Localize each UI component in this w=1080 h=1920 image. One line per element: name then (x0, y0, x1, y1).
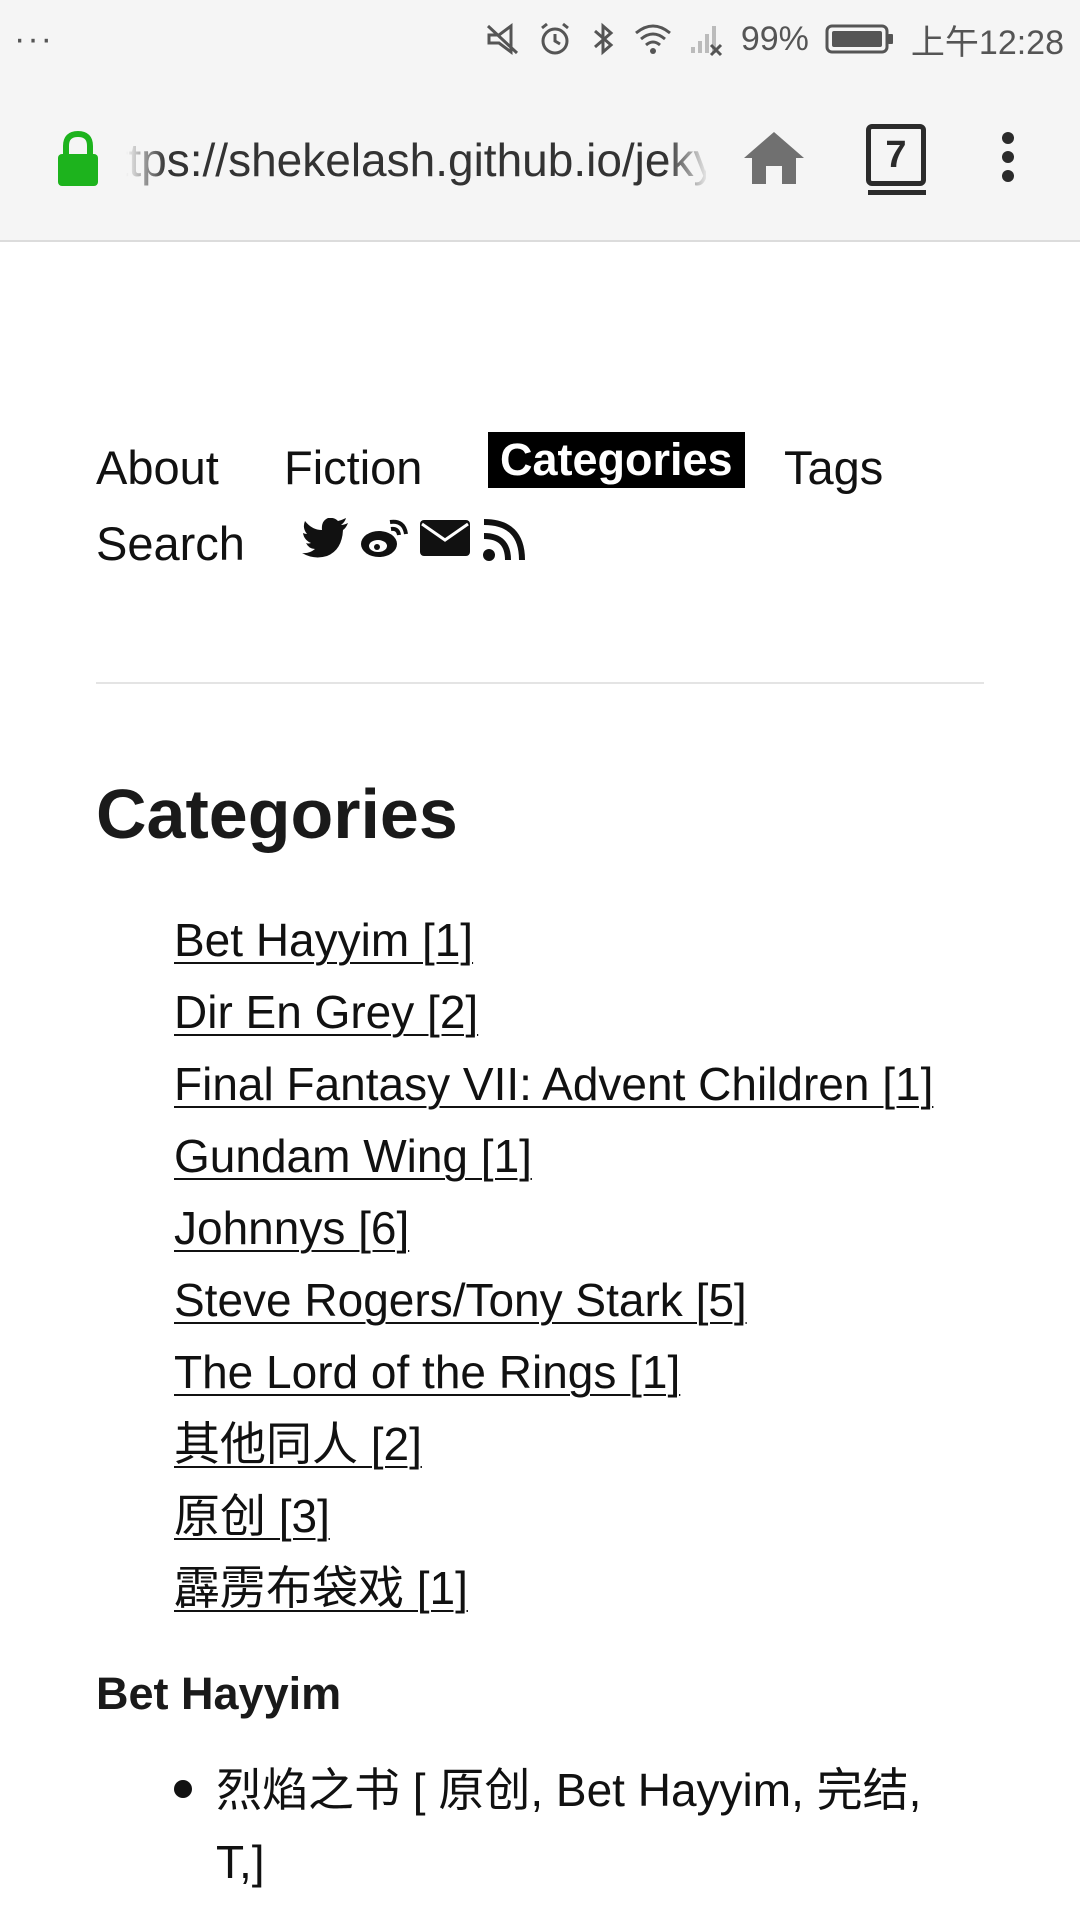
list-item: Bet Hayyim [1] (174, 904, 933, 976)
mute-icon (486, 23, 518, 55)
list-item: Johnnys [6] (174, 1192, 933, 1264)
post-item[interactable]: 烈焰之书 [ 原创, Bet Hayyim, 完结, T,] (174, 1754, 974, 1898)
lock-icon[interactable] (54, 130, 102, 188)
nav-about[interactable]: About (96, 440, 219, 495)
category-list: Bet Hayyim [1] Dir En Grey [2] Final Fan… (174, 904, 933, 1624)
list-item: Dir En Grey [2] (174, 976, 933, 1048)
category-link[interactable]: Dir En Grey [2] (174, 986, 478, 1038)
browser-toolbar: https://shekelash.github.io/jekyll 7 (0, 78, 1080, 242)
url-text: https://shekelash.github.io/jekyll (126, 134, 706, 186)
bluetooth-icon (593, 22, 614, 56)
bullet-icon (174, 1780, 192, 1798)
nav-categories[interactable]: Categories (488, 432, 745, 488)
status-icons: 99% 上午12:28 (485, 15, 1064, 64)
tabs-underline (868, 190, 926, 195)
home-icon[interactable] (738, 122, 810, 194)
section-heading: Bet Hayyim (96, 1668, 342, 1719)
category-link[interactable]: 原创 [3] (174, 1490, 330, 1542)
list-item: 霹雳布袋戏 [1] (174, 1552, 933, 1624)
clock: 上午12:28 (910, 23, 1064, 62)
email-icon[interactable] (420, 518, 470, 556)
signal-icon (690, 26, 722, 57)
nav-tags[interactable]: Tags (784, 440, 883, 495)
wifi-icon (634, 24, 671, 54)
alarm-icon (540, 22, 569, 55)
list-item: 原创 [3] (174, 1480, 933, 1552)
post-list: 烈焰之书 [ 原创, Bet Hayyim, 完结, T,] (174, 1754, 974, 1898)
list-item: Gundam Wing [1] (174, 1120, 933, 1192)
url-bar[interactable]: https://shekelash.github.io/jekyll (126, 128, 706, 192)
twitter-icon[interactable] (302, 518, 350, 560)
category-link[interactable]: 霹雳布袋戏 [1] (174, 1562, 468, 1614)
category-link[interactable]: Steve Rogers/Tony Stark [5] (174, 1274, 747, 1326)
more-vert-icon[interactable] (1000, 132, 1016, 182)
page-title: Categories (96, 775, 458, 853)
notification-dots: ··· (14, 20, 54, 58)
list-item: Steve Rogers/Tony Stark [5] (174, 1264, 933, 1336)
list-item: The Lord of the Rings [1] (174, 1336, 933, 1408)
weibo-icon[interactable] (360, 518, 408, 560)
category-link[interactable]: Final Fantasy VII: Advent Children [1] (174, 1058, 933, 1110)
tab-count: 7 (885, 133, 907, 176)
list-item: Final Fantasy VII: Advent Children [1] (174, 1048, 933, 1120)
tabs-button[interactable]: 7 (866, 124, 926, 186)
battery-icon (825, 24, 893, 54)
status-bar: ··· 99% 上午12:28 (0, 0, 1080, 78)
url-fade-left (126, 126, 166, 194)
category-link[interactable]: The Lord of the Rings [1] (174, 1346, 680, 1398)
category-link[interactable]: Bet Hayyim [1] (174, 914, 473, 966)
category-link[interactable]: Johnnys [6] (174, 1202, 409, 1254)
post-text: 烈焰之书 [ 原创, Bet Hayyim, 完结, T,] (216, 1764, 922, 1888)
rss-icon[interactable] (482, 518, 526, 562)
category-link[interactable]: 其他同人 [2] (174, 1418, 422, 1470)
nav-fiction[interactable]: Fiction (284, 440, 422, 495)
url-fade-right (666, 126, 710, 194)
category-link[interactable]: Gundam Wing [1] (174, 1130, 532, 1182)
list-item: 其他同人 [2] (174, 1408, 933, 1480)
battery-percent: 99% (740, 19, 809, 58)
nav-divider (96, 682, 984, 684)
nav-search[interactable]: Search (96, 516, 245, 571)
